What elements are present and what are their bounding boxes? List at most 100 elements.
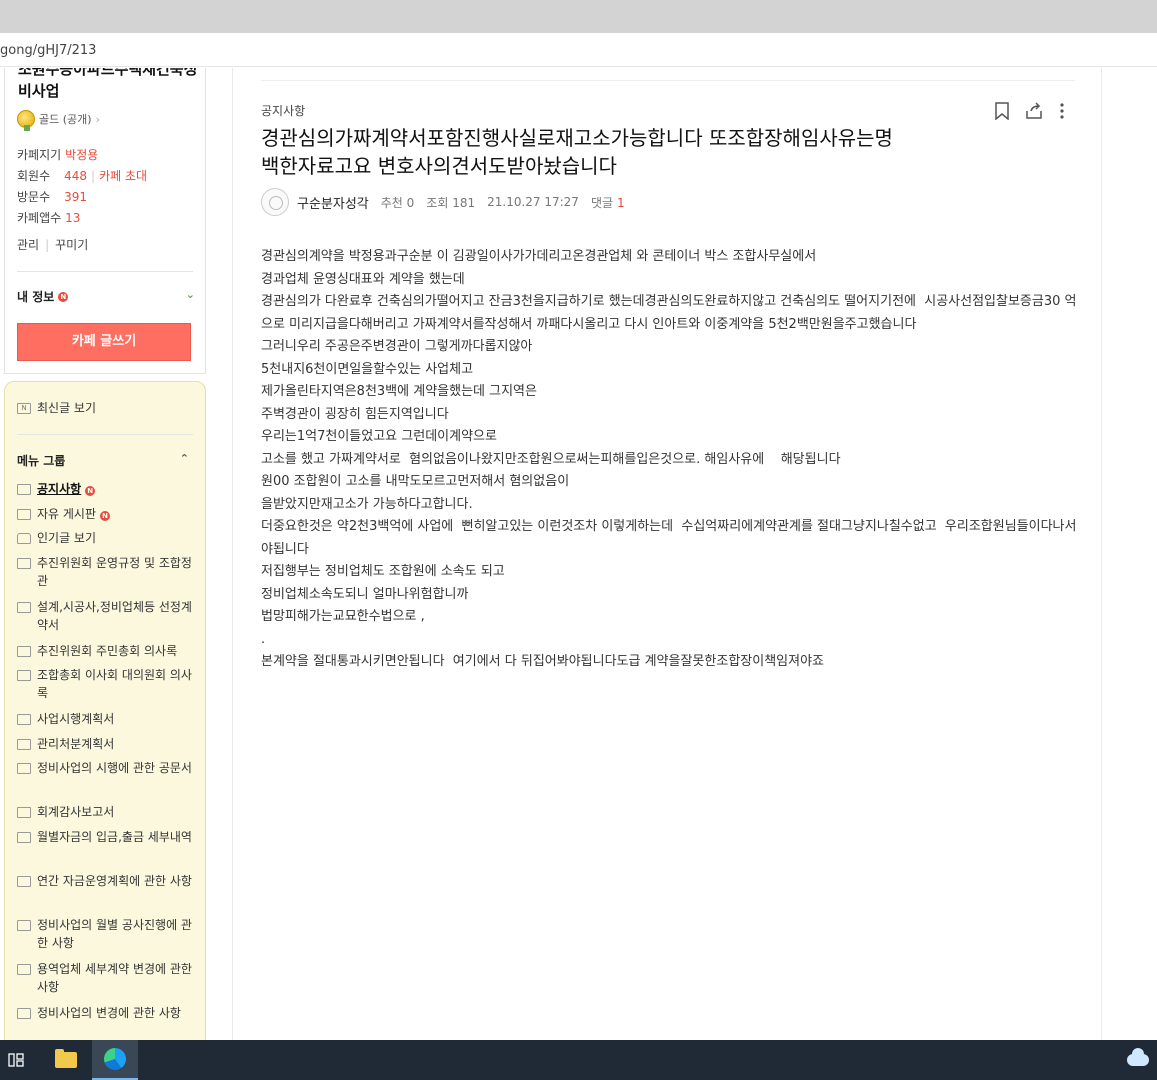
- menu-item[interactable]: 용역업체 세부계약 변경에 관한 사항: [17, 960, 197, 996]
- cafe-manager-row: 카페지기 박정용: [17, 148, 99, 162]
- body-paragraph: 경관심의가 다완료후 건축심의가떨어지고 잔금3천을지급하기로 했는데경관심의도…: [261, 294, 1077, 332]
- board-icon: [17, 807, 31, 818]
- divider: [17, 434, 193, 435]
- members-count: 448: [64, 169, 88, 183]
- bookmark-icon[interactable]: [995, 102, 1009, 124]
- file-explorer-icon[interactable]: [48, 1040, 84, 1080]
- menu-item[interactable]: 조합총회 이사회 대의원회 의사록: [17, 666, 197, 702]
- onedrive-icon[interactable]: [1123, 1040, 1153, 1080]
- board-icon: [17, 670, 31, 681]
- menu-item[interactable]: 정비사업의 월별 공사진행에 관한 사항: [17, 916, 197, 952]
- board-icon: [17, 509, 31, 520]
- manage-link[interactable]: 관리: [17, 238, 39, 252]
- sidebar: 조원주공아파트주택재건축정비사업 골드 (공개) › 카페지기 박정용 회원수 44…: [0, 68, 210, 1040]
- menu-item[interactable]: 연간 자금운영계획에 관한 사항: [17, 872, 197, 890]
- medal-icon: [17, 110, 35, 131]
- body-paragraph: 5천내지6천이면일을할수있는 사업체고: [261, 361, 474, 377]
- task-view-icon[interactable]: [0, 1040, 32, 1080]
- body-paragraph: 경관심의계약을 박정용과구순분 이 김광일이사가가데리고온경관업체 와 콘테이너…: [261, 249, 817, 264]
- menu-item[interactable]: 설계,시공사,정비업체등 선정계약서: [17, 598, 197, 634]
- board-icon: [17, 876, 31, 887]
- visitors-count: 391: [64, 190, 88, 204]
- chevron-right-icon: ›: [95, 112, 100, 126]
- recent-posts-link[interactable]: N 최신글 보기: [17, 399, 197, 417]
- new-badge: N: [58, 291, 69, 302]
- new-badge: N: [85, 486, 96, 496]
- menu-item[interactable]: 추진위원회 운영규정 및 조합정관: [17, 554, 197, 590]
- new-posts-icon: N: [17, 403, 31, 414]
- body-paragraph: 저집행부는 정비업체도 조합원에 소속도 되고: [261, 564, 505, 579]
- cafe-page: 조원주공아파트주택재건축정비사업 골드 (공개) › 카페지기 박정용 회원수 44…: [0, 68, 1157, 1040]
- board-icon: [17, 763, 31, 774]
- menu-item-popular[interactable]: 인기글 보기: [17, 529, 197, 547]
- board-name-link[interactable]: 공지사항: [261, 102, 305, 119]
- menu-item[interactable]: 회계감사보고서: [17, 803, 197, 821]
- menu-item[interactable]: 사업시행계획서: [17, 710, 197, 728]
- lock-icon: [17, 533, 31, 544]
- cafe-info-box: 조원주공아파트주택재건축정비사업 골드 (공개) › 카페지기 박정용 회원수 44…: [4, 68, 206, 374]
- chevron-up-icon: ⌃: [179, 452, 189, 465]
- body-paragraph: 우리는1억7천이들었고요 그런데이계약으로: [261, 429, 497, 444]
- more-icon[interactable]: [1059, 102, 1065, 124]
- cafe-manager[interactable]: 박정용: [65, 148, 98, 162]
- body-paragraph: 고소를 했고 가짜계약서로 혐의없음이나왔지만조합원으로써는피해를입은것으로. …: [261, 451, 841, 467]
- cafe-write-button[interactable]: 카페 글쓰기: [17, 323, 191, 361]
- recommend-count: 추천 0: [380, 195, 415, 210]
- menu-item[interactable]: 관리처분계획서: [17, 735, 197, 753]
- author-name[interactable]: 구순분자성각: [297, 193, 369, 212]
- cafe-grade-label: 골드 (공개): [39, 113, 92, 126]
- view-count: 조회 181: [426, 195, 476, 210]
- my-info-toggle[interactable]: 내 정보 N ⌄: [17, 288, 195, 305]
- body-paragraph: 경과업체 윤영싱대표와 계약을 했는데: [261, 271, 465, 287]
- menu-item-notice[interactable]: 공지사항 N: [17, 480, 197, 498]
- board-icon: [17, 920, 31, 931]
- menu-item[interactable]: 정비사업의 시행에 관한 공문서: [17, 759, 197, 777]
- url-text[interactable]: gong/gHJ7/213: [0, 43, 96, 58]
- edge-icon[interactable]: [92, 1040, 138, 1080]
- body-paragraph: 법망피해가는교묘한수법으로 ,: [261, 609, 425, 624]
- menu-item[interactable]: 정비사업의 변경에 관한 사항: [17, 1004, 197, 1022]
- body-paragraph: 제가올린타지역은8천3백에 계약을했는데 그지역은: [261, 384, 537, 399]
- address-bar[interactable]: gong/gHJ7/213: [0, 33, 1157, 67]
- article-body: 경관심의계약을 박정용과구순분 이 김광일이사가가데리고온경관업체 와 콘테이너…: [261, 246, 1077, 674]
- cafe-invite-link[interactable]: 카페 초대: [99, 169, 147, 183]
- avatar[interactable]: [261, 188, 289, 216]
- board-icon: [17, 558, 31, 569]
- taskbar: [0, 1040, 1157, 1080]
- menu-item[interactable]: 월별자금의 입금,출금 세부내역: [17, 828, 197, 846]
- cafe-grade[interactable]: 골드 (공개) ›: [17, 110, 100, 131]
- browser-tab-strip: [0, 0, 1157, 33]
- body-paragraph: 원00 조합원이 고소를 내막도모르고먼저해서 혐의없음이: [261, 474, 570, 489]
- post-date: 21.10.27 17:27: [487, 195, 579, 209]
- board-icon: [17, 739, 31, 750]
- share-icon[interactable]: [1025, 102, 1043, 124]
- article-title: 경관심의가짜계약서포함진행사실로재고소가능합니다 또조합장해임사유는명 백한자료…: [261, 126, 893, 178]
- board-icon: [17, 832, 31, 843]
- board-icon: [17, 484, 31, 495]
- board-icon: [17, 1008, 31, 1019]
- article-meta: 구순분자성각 추천 0 조회 181 21.10.27 17:27 댓글 1: [261, 188, 625, 216]
- menu-item-free-board[interactable]: 자유 게시판 N: [17, 505, 197, 523]
- board-icon: [17, 602, 31, 613]
- menu-panel: N 최신글 보기 메뉴 그룹 ⌃ 공지사항N 자유 게시판N 인기글 보기: [4, 381, 206, 1040]
- menu-group-header[interactable]: 메뉴 그룹 ⌃: [17, 452, 189, 469]
- cafe-members-row: 회원수 448 | 카페 초대: [17, 169, 148, 183]
- comments-link[interactable]: 댓글 1: [591, 194, 625, 211]
- body-paragraph: 본계약을 절대통과시키면안됩니다 여기에서 다 뒤집어봐야됩니다도급 계약을잘못…: [261, 654, 824, 669]
- cafe-visitors-row: 방문수 391: [17, 190, 88, 204]
- decorate-link[interactable]: 꾸미기: [55, 238, 88, 252]
- chevron-down-icon: ⌄: [185, 288, 195, 301]
- body-paragraph: .: [261, 631, 266, 647]
- body-paragraph: 주벽경관이 굉장히 힘든지역입니다: [261, 406, 449, 422]
- article-panel: 공지사항 경관심의가짜계약서포함진행사실로재고소가능합니다 또조합장해임사유는명…: [232, 68, 1102, 1040]
- body-paragraph: 더중요한것은 약2천3백억에 사업에 뻔히알고있는 이런것조차 이렇게하는데 수…: [261, 519, 1077, 557]
- divider: [261, 80, 1075, 81]
- divider: [17, 271, 193, 272]
- article-tools: [995, 102, 1065, 124]
- menu-item[interactable]: 추진위원회 주민총회 의사록: [17, 642, 197, 660]
- cafe-admin-links: 관리 | 꾸미기: [17, 238, 89, 252]
- new-badge: N: [100, 511, 111, 521]
- cafe-apps-row: 카페앱수 13: [17, 211, 81, 225]
- cafe-name[interactable]: 조원주공아파트주택재건축정비사업: [18, 68, 198, 102]
- body-paragraph: 정비업체소속도되니 얼마나위험합니까: [261, 586, 469, 602]
